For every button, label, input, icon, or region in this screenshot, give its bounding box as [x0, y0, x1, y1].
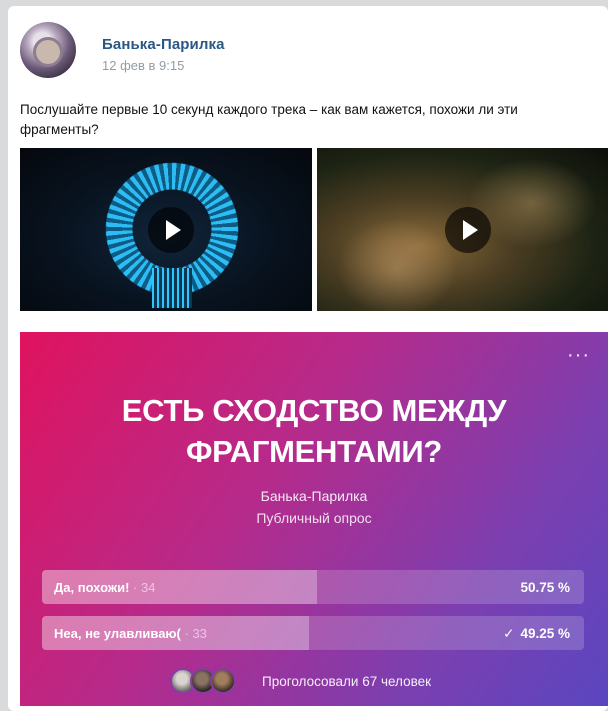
- avatar-face: [36, 40, 60, 64]
- poll-option-count: · 34: [133, 580, 156, 595]
- author-name[interactable]: Банька-Парилка: [102, 36, 225, 53]
- post-date[interactable]: 12 фев в 9:15: [102, 58, 184, 73]
- poll-option-label: Да, похожи! · 34: [54, 580, 155, 595]
- poll-option-label: Неа, не улавливаю( · 33: [54, 626, 207, 641]
- poll-type: Публичный опрос: [256, 510, 372, 526]
- poll-option-text: Да, похожи!: [54, 580, 130, 595]
- thumbnail-art-shoulder: [337, 218, 457, 311]
- poll-option-percent-value: 50.75 %: [520, 580, 570, 595]
- poll-title: ЕСТЬ СХОДСТВО МЕЖДУ ФРАГМЕНТАМИ?: [20, 390, 608, 472]
- poll-option-2[interactable]: Неа, не улавливаю( · 33 ✓ 49.25 %: [42, 616, 584, 650]
- poll-title-line-2: ФРАГМЕНТАМИ?: [185, 434, 443, 469]
- poll-author[interactable]: Банька-Парилка: [20, 488, 608, 504]
- poll-voters-text: Проголосовали 67 человек: [262, 674, 432, 689]
- poll-option-1[interactable]: Да, похожи! · 34 50.75 %: [42, 570, 584, 604]
- poll-option-count: · 33: [184, 626, 207, 641]
- poll-option-percent: ✓ 49.25 %: [503, 626, 570, 642]
- author-avatar[interactable]: [20, 22, 76, 78]
- thumbnail-art-base: [152, 268, 192, 308]
- video-thumbnail-2[interactable]: [317, 148, 608, 311]
- video-thumbnail-1[interactable]: [20, 148, 312, 311]
- post-card: Банька-Парилка 12 фев в 9:15 Послушайте …: [8, 6, 608, 711]
- post-header: Банька-Парилка 12 фев в 9:15: [20, 16, 590, 82]
- play-icon[interactable]: [148, 207, 194, 253]
- post-text: Послушайте первые 10 секунд каждого трек…: [20, 102, 518, 137]
- poll-option-text: Неа, не улавливаю(: [54, 626, 181, 641]
- poll-card: ··· ЕСТЬ СХОДСТВО МЕЖДУ ФРАГМЕНТАМИ? Бан…: [20, 332, 608, 706]
- voter-avatar: [210, 668, 236, 694]
- poll-option-percent: 50.75 %: [514, 580, 570, 595]
- poll-title-line-1: ЕСТЬ СХОДСТВО МЕЖДУ: [121, 393, 507, 428]
- more-icon[interactable]: ···: [567, 345, 590, 365]
- check-icon: ✓: [503, 626, 515, 641]
- poll-option-percent-value: 49.25 %: [520, 626, 570, 641]
- play-icon[interactable]: [445, 207, 491, 253]
